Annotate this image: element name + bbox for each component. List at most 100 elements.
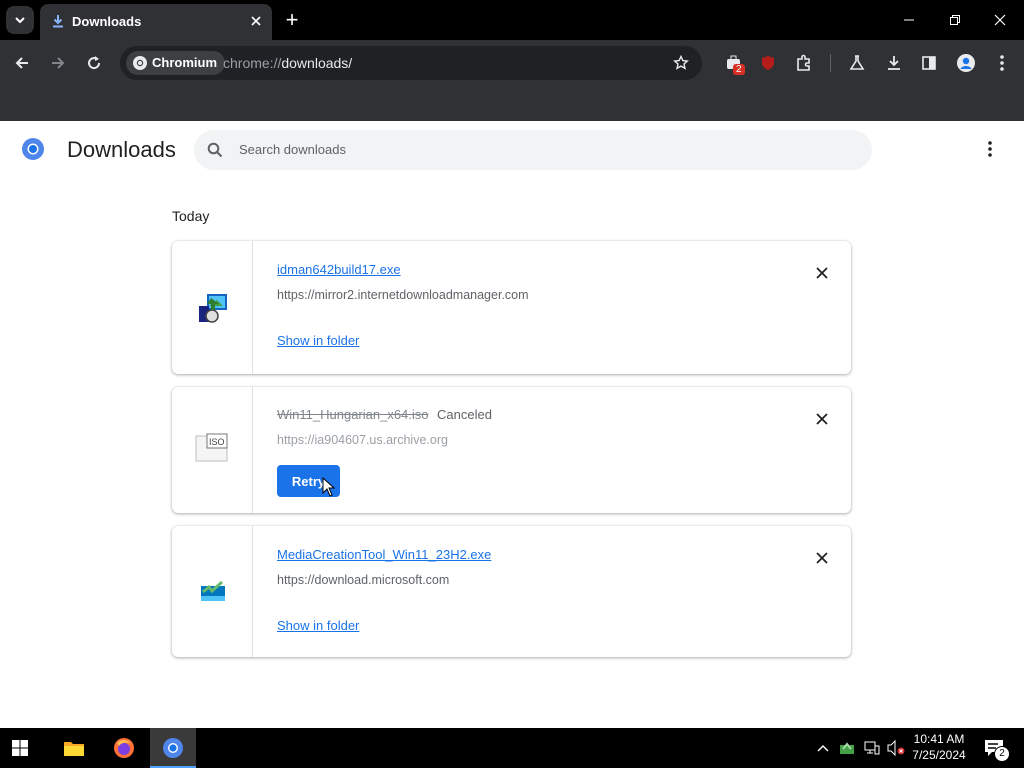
source-url: https://mirror2.internetdownloadmanager.… [277, 288, 529, 302]
toolbar-divider [830, 54, 831, 72]
close-icon [816, 413, 828, 425]
chromium-logo-icon [133, 56, 147, 70]
page-menu-button[interactable] [976, 135, 1004, 163]
start-button[interactable] [6, 734, 34, 762]
notification-center-button[interactable]: 2 [980, 734, 1010, 762]
downloads-page: Downloads Search downloads Today idman64… [0, 121, 1024, 728]
forward-button[interactable] [44, 49, 72, 77]
restore-icon [950, 15, 960, 25]
iso-file-icon: ISO [195, 433, 228, 462]
chevron-up-icon [817, 745, 829, 752]
close-window-button[interactable] [986, 6, 1014, 34]
download-icon [888, 56, 900, 70]
download-icon-column: ISO [172, 387, 253, 513]
new-tab-button[interactable]: + [278, 6, 306, 34]
network-icon [864, 741, 880, 755]
reload-icon [88, 56, 101, 70]
download-item: idman642build17.exe https://mirror2.inte… [172, 241, 851, 374]
clock[interactable]: 10:41 AM 7/25/2024 [908, 731, 970, 763]
avatar-icon [957, 54, 975, 72]
page-title: Downloads [67, 137, 176, 162]
volume-button[interactable] [882, 734, 910, 762]
remove-item-button[interactable] [810, 546, 834, 570]
search-icon [207, 142, 223, 158]
download-icon [53, 15, 63, 28]
taskbar-chromium[interactable] [150, 728, 196, 768]
reload-button[interactable] [80, 49, 108, 77]
extension-badge: 2 [733, 64, 745, 75]
download-icon-column [172, 241, 253, 374]
clock-time: 10:41 AM [913, 732, 965, 746]
menu-button[interactable] [988, 49, 1016, 77]
windows-logo-icon [12, 740, 28, 756]
restore-button[interactable] [941, 6, 969, 34]
mouse-cursor-icon [322, 477, 336, 497]
downloads-button[interactable] [880, 49, 908, 77]
status-text: Canceled [437, 407, 492, 422]
minimize-button[interactable] [895, 6, 923, 34]
extensions-button[interactable] [790, 49, 818, 77]
chip-label: Chromium [152, 55, 217, 70]
notification-count-badge: 2 [994, 746, 1010, 762]
plus-icon: + [285, 7, 299, 32]
arrow-left-icon [15, 57, 28, 69]
section-label-today: Today [172, 208, 210, 224]
remove-item-button[interactable] [810, 407, 834, 431]
side-panel-button[interactable] [915, 49, 943, 77]
ublock-extension-button[interactable] [754, 49, 782, 77]
taskbar-file-explorer[interactable] [60, 734, 88, 762]
close-icon [251, 16, 261, 26]
file-name-link[interactable]: MediaCreationTool_Win11_23H2.exe [277, 547, 491, 562]
source-url: https://download.microsoft.com [277, 573, 450, 587]
url-path: downloads/ [281, 55, 353, 71]
arrow-right-icon [52, 57, 65, 69]
star-icon [673, 55, 689, 70]
file-name-canceled: Win11_Hungarian_x64.iso [277, 407, 429, 422]
tray-app-icon[interactable] [833, 734, 861, 762]
close-icon [994, 14, 1006, 26]
idm-tray-icon [840, 742, 854, 754]
puzzle-icon [797, 54, 810, 71]
media-creation-tool-icon [201, 580, 225, 601]
file-name-link[interactable]: idman642build17.exe [277, 262, 401, 277]
toolbar: Chromium chrome://downloads/ 2 [0, 40, 1024, 86]
side-panel-icon [922, 56, 936, 70]
chromium-logo-icon [163, 738, 183, 758]
close-icon [816, 267, 828, 279]
volume-muted-icon [887, 740, 905, 756]
chevron-down-icon [15, 17, 25, 24]
taskbar: 10:41 AM 7/25/2024 2 [0, 728, 1024, 768]
search-placeholder: Search downloads [239, 142, 346, 157]
site-info-chip[interactable]: Chromium [126, 51, 225, 75]
profile-button[interactable] [952, 49, 980, 77]
chromium-logo-icon [22, 138, 44, 160]
taskbar-firefox[interactable] [110, 734, 138, 762]
show-in-folder-link[interactable]: Show in folder [277, 618, 359, 633]
tab-downloads[interactable]: Downloads [40, 4, 272, 40]
tab-close-button[interactable] [242, 7, 270, 35]
source-url: https://ia904607.us.archive.org [277, 433, 448, 447]
svg-text:ISO: ISO [209, 437, 225, 447]
folder-icon [64, 742, 84, 756]
remove-item-button[interactable] [810, 261, 834, 285]
back-button[interactable] [8, 49, 36, 77]
tab-search-button[interactable] [6, 6, 34, 34]
shield-icon [762, 56, 774, 70]
download-icon-column [172, 526, 253, 657]
bookmark-button[interactable] [667, 49, 695, 77]
clock-date: 7/25/2024 [912, 748, 966, 762]
more-vert-icon [1000, 55, 1004, 71]
flask-icon [849, 55, 865, 70]
bookmark-bar [0, 86, 1024, 121]
labs-button[interactable] [843, 49, 871, 77]
download-item: ISO Win11_Hungarian_x64.iso Canceled htt… [172, 387, 851, 513]
show-in-folder-link[interactable]: Show in folder [277, 333, 359, 348]
search-input[interactable]: Search downloads [194, 130, 872, 170]
extension-button[interactable]: 2 [720, 49, 748, 77]
minimize-icon [904, 19, 914, 21]
url-prefix: chrome:// [223, 55, 282, 71]
download-item: MediaCreationTool_Win11_23H2.exe https:/… [172, 526, 851, 657]
url-text: chrome://downloads/ [223, 55, 352, 71]
address-bar[interactable]: Chromium chrome://downloads/ [120, 46, 702, 80]
firefox-icon [114, 738, 134, 758]
